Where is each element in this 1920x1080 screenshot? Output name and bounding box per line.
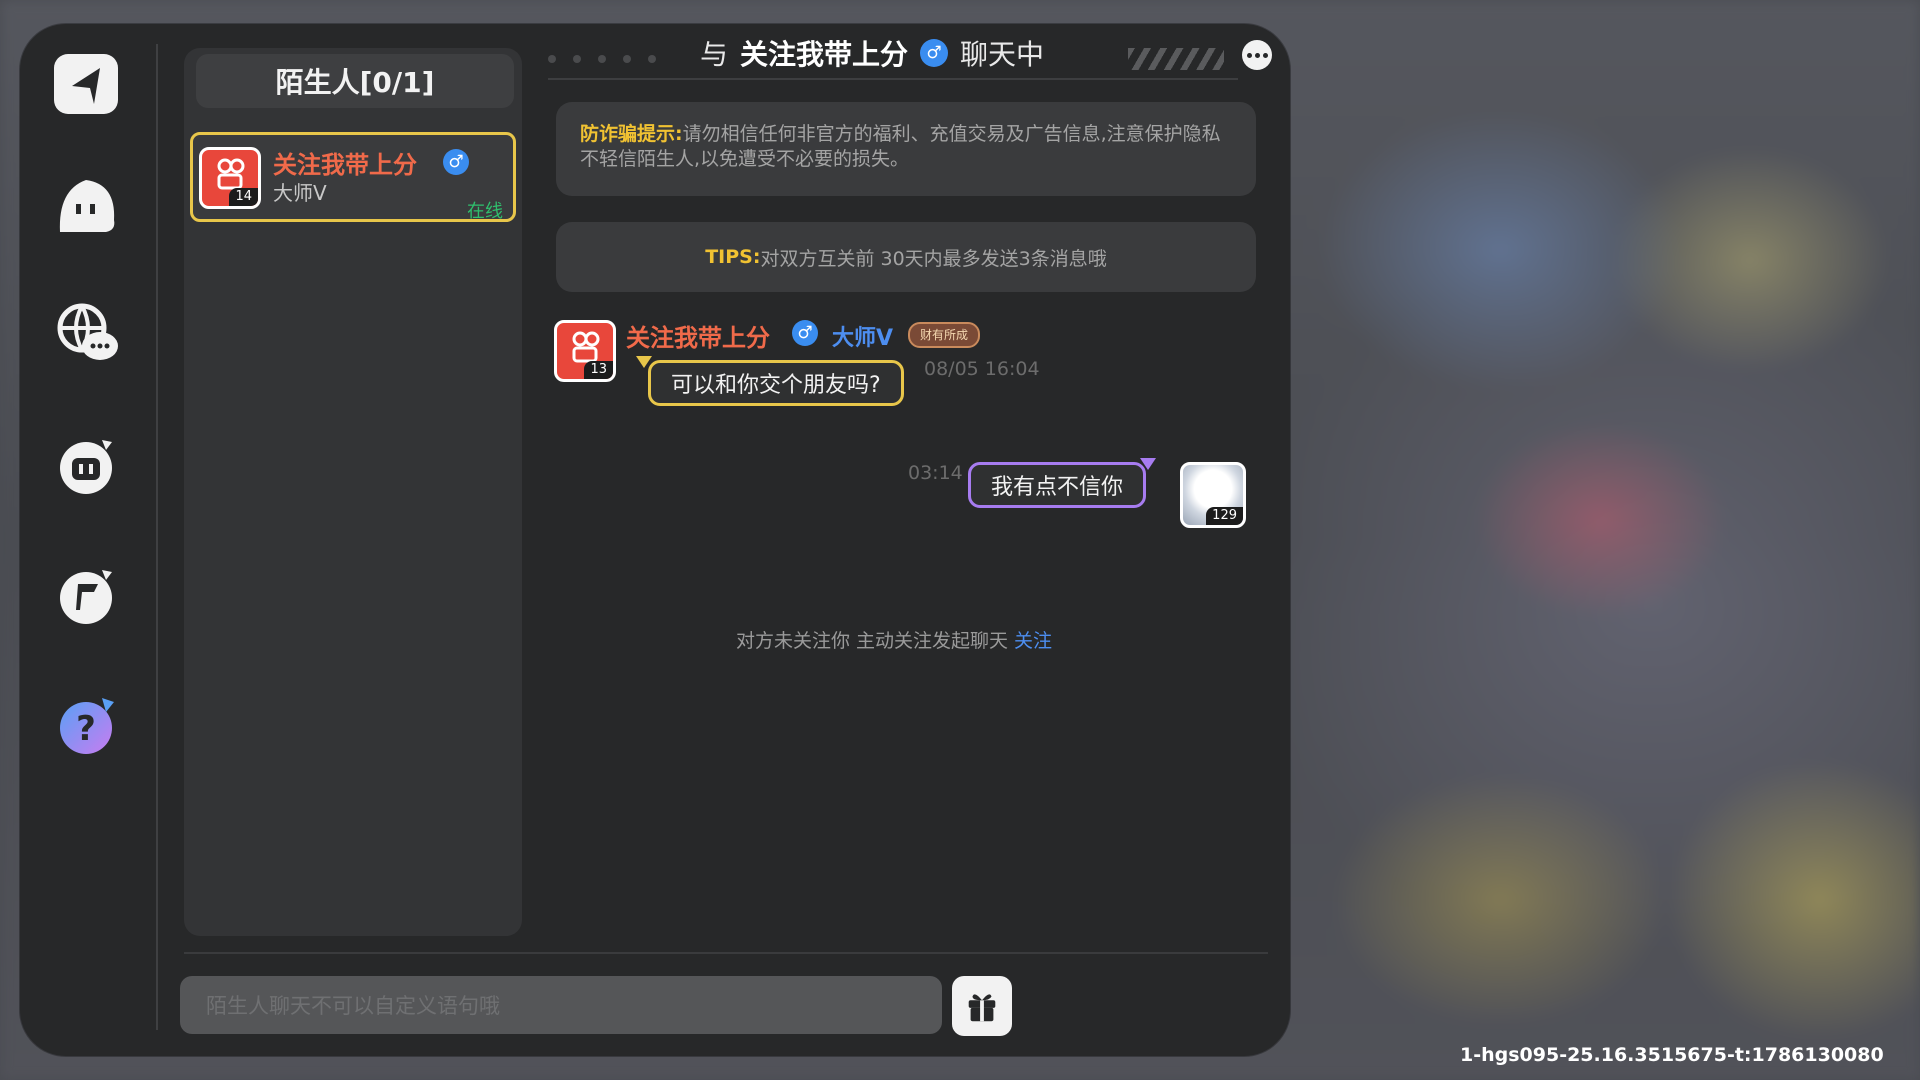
more-options-icon <box>1246 52 1252 58</box>
more-options-button[interactable] <box>1242 40 1272 70</box>
sender-level: 13 <box>584 361 613 379</box>
contact-level: 14 <box>229 188 258 206</box>
self-level: 129 <box>1206 507 1243 525</box>
version-string: 1-hgs095-25.16.3515675-t:1786130080 <box>1460 1044 1884 1066</box>
contact-title: 大师V <box>273 181 327 205</box>
contact-status: 在线 <box>467 201 503 222</box>
gift-icon <box>968 994 996 1022</box>
chat-title-name: 关注我带上分 <box>740 38 909 71</box>
back-arrow-icon <box>54 54 118 114</box>
help-question-icon: ? <box>60 698 114 754</box>
rail-robot-chat-button[interactable] <box>50 428 124 502</box>
male-gender-icon: ♂ <box>443 149 469 175</box>
follow-hint: 对方未关注你 主动关注发起聊天 关注 <box>736 626 1052 653</box>
bubble-tail <box>1140 458 1156 470</box>
notice-label: 防诈骗提示: <box>580 123 683 145</box>
contact-name: 关注我带上分 <box>273 151 417 179</box>
header-divider <box>548 78 1238 80</box>
chat-title-suffix: 聊天中 <box>960 38 1045 71</box>
rail-help-button[interactable]: ? <box>50 688 124 762</box>
header-decoration-stripes <box>1128 48 1224 70</box>
follow-link[interactable]: 关注 <box>1014 630 1052 652</box>
robot-chat-icon <box>60 440 112 494</box>
contact-list: 陌生人[0/1] 14 关注我带上分 ♂ 大师V 在线 <box>184 48 522 936</box>
message-timestamp: 08/05 16:04 <box>924 358 1040 380</box>
header-decoration-dots <box>548 48 673 67</box>
rail-divider <box>156 44 158 1030</box>
male-gender-icon: ♂ <box>792 320 818 346</box>
tips-notice: TIPS: 对双方互关前 30天内最多发送3条消息哦 <box>556 222 1256 292</box>
tips-text: 对双方互关前 30天内最多发送3条消息哦 <box>760 247 1107 270</box>
gift-button[interactable] <box>952 976 1012 1036</box>
global-chat-icon <box>57 303 118 360</box>
outgoing-message-bubble: 我有点不信你 <box>968 462 1147 508</box>
sender-title: 大师V <box>832 326 894 351</box>
male-gender-icon: ♂ <box>920 39 949 67</box>
flag-chat-icon <box>60 570 112 624</box>
tips-label: TIPS: <box>705 246 761 268</box>
rail-flag-chat-button[interactable] <box>50 558 124 632</box>
input-divider <box>184 952 1268 954</box>
sender-badge-tag: 财有所成 <box>908 322 981 348</box>
rail-character-button[interactable] <box>50 170 124 244</box>
contact-item[interactable]: 14 关注我带上分 ♂ 大师V 在线 <box>190 132 516 222</box>
chat-title-prefix: 与 <box>700 38 729 71</box>
self-avatar[interactable]: 129 <box>1180 462 1246 528</box>
svg-text:?: ? <box>76 709 96 749</box>
back-button[interactable] <box>50 48 124 122</box>
message-input[interactable]: 陌生人聊天不可以自定义语句哦 <box>180 976 942 1034</box>
message-timestamp: 03:14 <box>908 462 963 484</box>
sender-avatar[interactable]: 13 <box>554 320 616 382</box>
follow-hint-text: 对方未关注你 主动关注发起聊天 <box>736 630 1009 652</box>
rail-global-chat-button[interactable] <box>50 296 124 370</box>
chat-title: 与 关注我带上分 ♂ 聊天中 <box>700 32 1044 74</box>
hooded-character-icon <box>59 180 115 232</box>
list-header: 陌生人[0/1] <box>196 54 514 108</box>
anti-fraud-notice: 防诈骗提示:请勿相信任何非官方的福利、充值交易及广告信息,注意保护隐私不轻信陌生… <box>556 102 1256 196</box>
contact-avatar: 14 <box>199 147 261 209</box>
sender-name: 关注我带上分 <box>626 324 770 352</box>
incoming-message-bubble: 可以和你交个朋友吗? <box>648 360 904 406</box>
